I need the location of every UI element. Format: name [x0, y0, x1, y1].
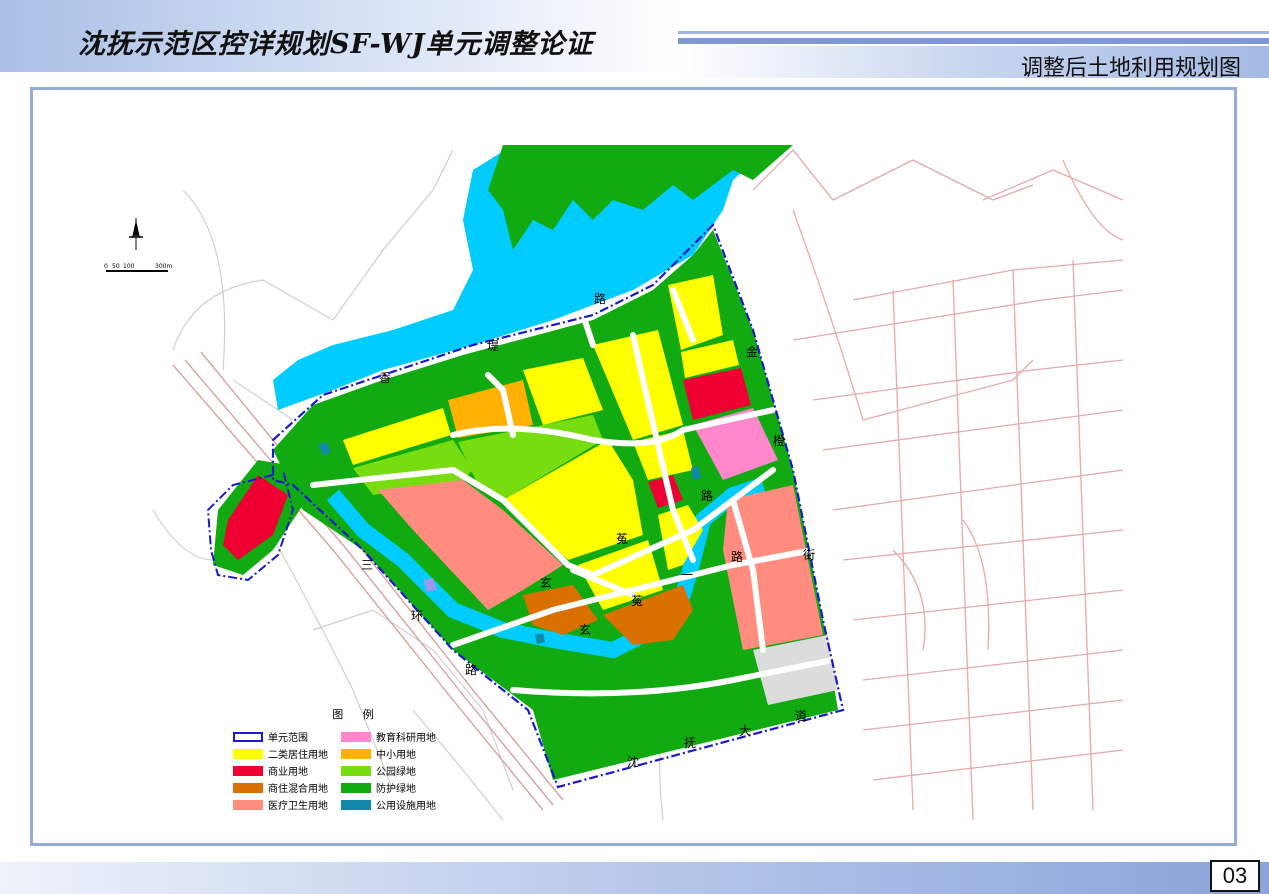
legend-swatch-boundary [233, 731, 263, 742]
land-use-map: 香 堤 路 金 橙 路 街 菟 玄 一 路 菟 玄 三 环 路 沈 抚 大 道 … [104, 145, 1124, 821]
legend-item: 单元范围 [233, 730, 341, 744]
header-rule [678, 31, 1269, 34]
legend-item: 防护绿地 [341, 781, 453, 795]
legend-swatch-park [341, 765, 371, 776]
road-label-sanhuan-1: 三 [361, 558, 373, 572]
legend-label: 单元范围 [268, 733, 308, 744]
page-title: 沈抚示范区控详规划SF-WJ单元调整论证 [78, 29, 594, 60]
legend-swatch-medical [233, 799, 263, 810]
road-label-jincheng-3: 路 [701, 488, 713, 503]
legend-label: 教育科研用地 [376, 733, 436, 744]
scale-label-50: 50 [112, 263, 120, 270]
header-rule-thick [678, 38, 1269, 44]
road-label-jincheng-1: 金 [746, 344, 758, 359]
scale-bar: 0 50 100 300m [104, 263, 172, 272]
legend-item: 商业用地 [233, 764, 341, 778]
legend-item: 公园绿地 [341, 764, 453, 778]
road-label-xuantu-s-4: 玄 [579, 622, 591, 637]
legend-item: 二类居住用地 [233, 747, 341, 761]
legend-label: 防护绿地 [376, 784, 416, 795]
road-label-xiangdi-3: 路 [594, 291, 606, 306]
legend-item: 医疗卫生用地 [233, 798, 341, 812]
legend-item: 商住混合用地 [233, 781, 341, 795]
legend-swatch-residential [233, 748, 263, 759]
road-label-xiangdi-2: 堤 [487, 339, 499, 353]
legend-label: 医疗卫生用地 [268, 801, 328, 812]
road-label-jincheng-2: 橙 [773, 433, 785, 448]
road-label-shenfu-1: 沈 [627, 754, 639, 769]
road-label-xuantu-s-3: 菟 [631, 594, 643, 608]
legend-label: 公用设施用地 [376, 801, 436, 812]
road-label-xuantu-s-1: 一 [681, 568, 693, 582]
legend-label: 商业用地 [268, 767, 308, 778]
road-label-shenfu-2: 抚 [684, 736, 696, 750]
legend-swatch-education [341, 731, 371, 742]
road-label-xiangdi-1: 香 [379, 371, 391, 385]
road-label-xuantu-n-1: 菟 [616, 532, 628, 546]
scale-label-0: 0 [104, 263, 108, 270]
road-label-xuantu-s-2: 路 [731, 549, 743, 564]
legend-swatch-commercial [233, 765, 263, 776]
road-label-sanhuan-3: 路 [465, 662, 477, 677]
road-label-sanhuan-2: 环 [411, 609, 423, 623]
legend-label: 二类居住用地 [268, 750, 328, 761]
scale-label-100: 100 [123, 263, 135, 270]
legend-item: 中小用地 [341, 747, 453, 761]
legend-swatch-mixed [233, 782, 263, 793]
legend-label: 中小用地 [376, 750, 416, 761]
legend-grid: 单元范围 教育科研用地 二类居住用地 中小用地 商业用地 公园绿地 商住混合用地… [233, 730, 473, 812]
page-number: 03 [1210, 860, 1260, 892]
legend-label: 商住混合用地 [268, 784, 328, 795]
scale-label-300: 300m [155, 263, 172, 270]
legend-item: 公用设施用地 [341, 798, 453, 812]
footer-band [0, 862, 1269, 894]
legend: 图 例 单元范围 教育科研用地 二类居住用地 中小用地 商业用地 公园绿地 商住… [233, 706, 473, 812]
road-label-shenfu-3: 大 [739, 724, 751, 738]
road-label-jincheng-4: 街 [803, 548, 815, 562]
north-arrow-icon [129, 218, 143, 250]
legend-swatch-utility [341, 799, 371, 810]
legend-label: 公园绿地 [376, 767, 416, 778]
legend-swatch-school [341, 748, 371, 759]
legend-title: 图 例 [332, 708, 382, 721]
legend-item: 教育科研用地 [341, 730, 453, 744]
road-label-xuantu-n-2: 玄 [540, 575, 552, 590]
road-label-shenfu-4: 道 [795, 709, 807, 723]
legend-swatch-protective-green [341, 782, 371, 793]
map-subtitle: 调整后土地利用规划图 [1020, 56, 1241, 81]
